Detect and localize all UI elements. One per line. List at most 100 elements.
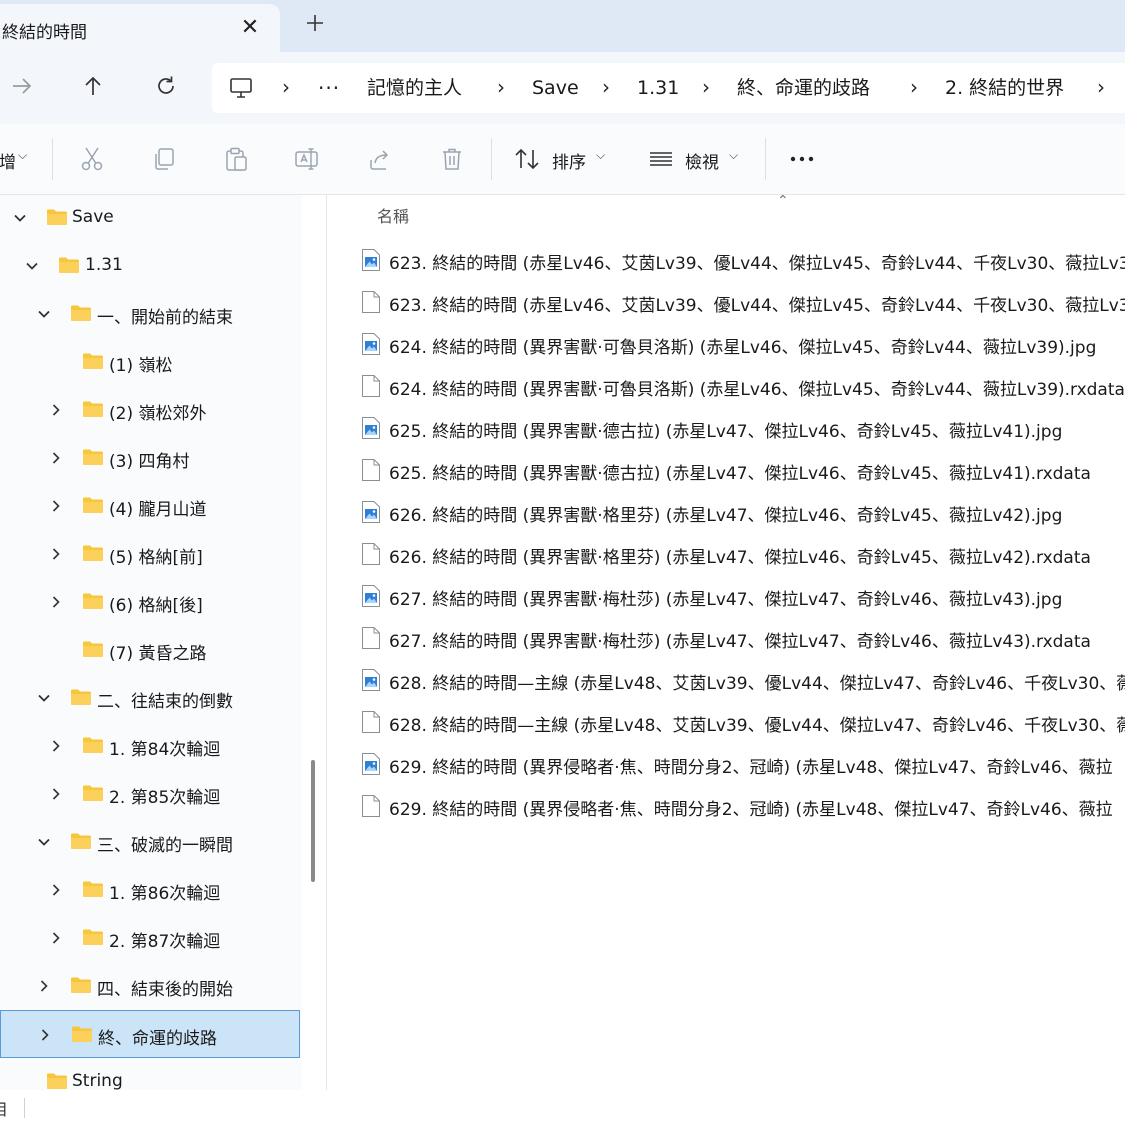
crumb-3[interactable]: 終、命運的歧路 bbox=[737, 63, 870, 113]
crumb-1[interactable]: Save bbox=[532, 63, 579, 113]
chevron-down-icon[interactable]: ⌵ bbox=[596, 148, 605, 163]
chevron-right-icon[interactable] bbox=[36, 978, 52, 994]
file-row[interactable]: 627. 終結的時間 (異界害獸·梅杜莎) (赤星Lv47、傑拉Lv47、奇鈴L… bbox=[327, 617, 1125, 659]
new-button[interactable]: 新增 bbox=[0, 148, 16, 173]
chevron-down-icon[interactable] bbox=[24, 258, 40, 274]
view-label[interactable]: 檢視 bbox=[685, 148, 719, 173]
chevron-right-icon[interactable] bbox=[37, 1027, 53, 1043]
column-header-name[interactable]: 名稱 bbox=[377, 203, 409, 227]
chevron-right-icon[interactable] bbox=[48, 546, 64, 562]
tree-item[interactable]: (4) 朧月山道 bbox=[0, 482, 300, 530]
clipboard-icon bbox=[226, 147, 247, 171]
tree-item-label: 四、結束後的開始 bbox=[97, 980, 233, 1000]
tree-item[interactable]: 一、開始前的結束 bbox=[0, 290, 300, 338]
tree-item[interactable]: (3) 四角村 bbox=[0, 434, 300, 482]
copy-button[interactable] bbox=[149, 144, 179, 174]
image-file-icon bbox=[361, 668, 381, 692]
crumb-4[interactable]: 2. 終結的世界 bbox=[945, 63, 1064, 113]
new-tab-button[interactable] bbox=[302, 12, 328, 38]
tree-item[interactable]: 四、結束後的開始 bbox=[0, 962, 300, 1010]
chevron-right-icon[interactable]: › bbox=[602, 63, 610, 113]
file-row[interactable]: 628. 終結的時間—主線 (赤星Lv48、艾茵Lv39、優Lv44、傑拉Lv4… bbox=[327, 701, 1125, 743]
tree-item[interactable]: 1. 第84次輪迴 bbox=[0, 722, 300, 770]
folder-icon bbox=[46, 208, 68, 226]
file-row[interactable]: 629. 終結的時間 (異界侵略者·焦、時間分身2、冠崎) (赤星Lv48、傑拉… bbox=[327, 743, 1125, 785]
tree-item[interactable]: (5) 格納[前] bbox=[0, 530, 300, 578]
chevron-right-icon[interactable]: › bbox=[702, 63, 710, 113]
tree-item[interactable]: (1) 嶺松 bbox=[0, 338, 300, 386]
file-row[interactable]: 629. 終結的時間 (異界侵略者·焦、時間分身2、冠崎) (赤星Lv48、傑拉… bbox=[327, 785, 1125, 827]
chevron-right-icon[interactable]: › bbox=[497, 63, 505, 113]
file-name: 629. 終結的時間 (異界侵略者·焦、時間分身2、冠崎) (赤星Lv48、傑拉… bbox=[389, 800, 1113, 820]
chevron-right-icon[interactable] bbox=[48, 450, 64, 466]
tree-item[interactable]: (6) 格納[後] bbox=[0, 578, 300, 626]
chevron-right-icon[interactable]: › bbox=[1097, 63, 1105, 113]
delete-button[interactable] bbox=[437, 144, 467, 174]
paste-button[interactable] bbox=[221, 144, 251, 174]
file-list[interactable]: ⌃ 名稱 623. 終結的時間 (赤星Lv46、艾茵Lv39、優Lv44、傑拉L… bbox=[327, 195, 1125, 1090]
cut-button[interactable] bbox=[77, 144, 107, 174]
file-icon bbox=[361, 794, 381, 818]
file-row[interactable]: 624. 終結的時間 (異界害獸·可魯貝洛斯) (赤星Lv46、傑拉Lv45、奇… bbox=[327, 323, 1125, 365]
chevron-down-icon[interactable] bbox=[36, 834, 52, 850]
navigation-pane[interactable]: Save 1.31 一、開始前的結束 (1) 嶺松 (2) 嶺松郊外 (3) 四角村 (4)… bbox=[0, 194, 302, 1091]
tree-item[interactable]: 終、命運的歧路 bbox=[0, 1010, 300, 1058]
refresh-button[interactable] bbox=[148, 68, 184, 104]
file-name: 626. 終結的時間 (異界害獸·格里芬) (赤星Lv47、傑拉Lv46、奇鈴L… bbox=[389, 506, 1063, 526]
file-name: 628. 終結的時間—主線 (赤星Lv48、艾茵Lv39、優Lv44、傑拉Lv4… bbox=[389, 716, 1125, 736]
divider bbox=[765, 138, 766, 180]
forward-button[interactable] bbox=[4, 68, 40, 104]
navigation-pane-scrollbar[interactable] bbox=[311, 760, 315, 882]
crumb-0[interactable]: 記憶的主人 bbox=[367, 63, 462, 113]
chevron-right-icon[interactable] bbox=[48, 402, 64, 418]
file-row[interactable]: 625. 終結的時間 (異界害獸·德古拉) (赤星Lv47、傑拉Lv46、奇鈴L… bbox=[327, 407, 1125, 449]
tree-item-label: (6) 格納[後] bbox=[109, 596, 203, 616]
file-row[interactable]: 624. 終結的時間 (異界害獸·可魯貝洛斯) (赤星Lv46、傑拉Lv45、奇… bbox=[327, 365, 1125, 407]
tree-item[interactable]: 2. 第85次輪迴 bbox=[0, 770, 300, 818]
tree-item[interactable]: Save bbox=[0, 194, 300, 242]
address-bar[interactable]: › ··· 記憶的主人 › Save › 1.31 › 終、命運的歧路 › 2.… bbox=[212, 63, 1125, 113]
tree-item[interactable]: (7) 黃昏之路 bbox=[0, 626, 300, 674]
up-button[interactable] bbox=[75, 68, 111, 104]
chevron-down-icon[interactable]: ⌵ bbox=[729, 148, 738, 163]
crumb-2[interactable]: 1.31 bbox=[637, 63, 679, 113]
folder-icon bbox=[82, 592, 104, 610]
file-row[interactable]: 628. 終結的時間—主線 (赤星Lv48、艾茵Lv39、優Lv44、傑拉Lv4… bbox=[327, 659, 1125, 701]
sort-button[interactable] bbox=[513, 144, 543, 174]
tree-item[interactable]: 三、破滅的一瞬間 bbox=[0, 818, 300, 866]
more-icon bbox=[790, 156, 814, 162]
file-row[interactable]: 623. 終結的時間 (赤星Lv46、艾茵Lv39、優Lv44、傑拉Lv45、奇… bbox=[327, 281, 1125, 323]
chevron-right-icon[interactable] bbox=[48, 786, 64, 802]
chevron-right-icon[interactable] bbox=[48, 594, 64, 610]
rename-button[interactable] bbox=[293, 144, 323, 174]
chevron-right-icon[interactable]: › bbox=[910, 63, 918, 113]
file-row[interactable]: 626. 終結的時間 (異界害獸·格里芬) (赤星Lv47、傑拉Lv46、奇鈴L… bbox=[327, 491, 1125, 533]
view-button[interactable] bbox=[646, 144, 676, 174]
more-options-button[interactable] bbox=[787, 144, 817, 174]
tree-item[interactable]: 2. 第87次輪迴 bbox=[0, 914, 300, 962]
tree-item[interactable]: 1. 第86次輪迴 bbox=[0, 866, 300, 914]
chevron-right-icon[interactable] bbox=[48, 930, 64, 946]
chevron-down-icon[interactable]: ⌵ bbox=[18, 148, 27, 163]
file-row[interactable]: 626. 終結的時間 (異界害獸·格里芬) (赤星Lv47、傑拉Lv46、奇鈴L… bbox=[327, 533, 1125, 575]
share-button[interactable] bbox=[365, 144, 395, 174]
chevron-down-icon[interactable] bbox=[12, 210, 28, 226]
computer-icon[interactable] bbox=[228, 75, 254, 105]
more-crumbs-icon[interactable]: ··· bbox=[318, 63, 340, 113]
tab-active[interactable]: 終結的時間 ✕ bbox=[0, 4, 280, 52]
chevron-right-icon[interactable] bbox=[48, 882, 64, 898]
tree-item[interactable]: 1.31 bbox=[0, 242, 300, 290]
file-row[interactable]: 625. 終結的時間 (異界害獸·德古拉) (赤星Lv47、傑拉Lv46、奇鈴L… bbox=[327, 449, 1125, 491]
sort-label[interactable]: 排序 bbox=[552, 148, 586, 173]
pane-splitter[interactable] bbox=[302, 195, 326, 1090]
chevron-down-icon[interactable] bbox=[36, 306, 52, 322]
close-icon[interactable]: ✕ bbox=[238, 16, 262, 40]
file-row[interactable]: 623. 終結的時間 (赤星Lv46、艾茵Lv39、優Lv44、傑拉Lv45、奇… bbox=[327, 239, 1125, 281]
file-row[interactable]: 627. 終結的時間 (異界害獸·梅杜莎) (赤星Lv47、傑拉Lv47、奇鈴L… bbox=[327, 575, 1125, 617]
chevron-right-icon[interactable] bbox=[48, 738, 64, 754]
chevron-down-icon[interactable] bbox=[36, 690, 52, 706]
tree-item[interactable]: 二、往結束的倒數 bbox=[0, 674, 300, 722]
chevron-right-icon[interactable] bbox=[48, 498, 64, 514]
tree-item[interactable]: (2) 嶺松郊外 bbox=[0, 386, 300, 434]
chevron-right-icon[interactable]: › bbox=[282, 63, 290, 113]
